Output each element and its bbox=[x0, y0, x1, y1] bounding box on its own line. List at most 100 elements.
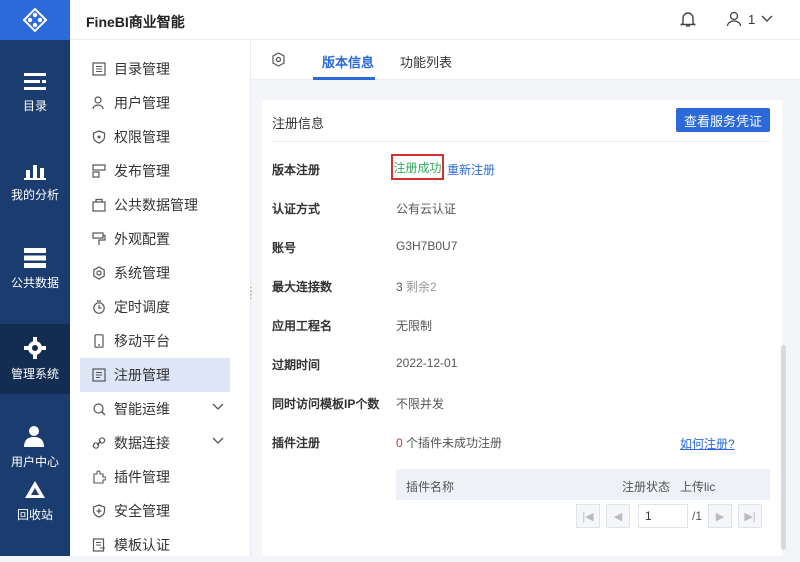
next-page-button[interactable]: ▶ bbox=[708, 504, 732, 528]
nav-public-data[interactable]: 公共数据 bbox=[0, 234, 70, 304]
sidebar-item-scheduling[interactable]: 定时调度 bbox=[80, 290, 230, 324]
user-icon bbox=[24, 425, 44, 447]
user-icon bbox=[92, 96, 106, 110]
sidebar-item-security-management[interactable]: 安全管理 bbox=[80, 494, 230, 528]
last-page-button[interactable]: ▶| bbox=[738, 504, 762, 528]
sidebar-item-registration-management[interactable]: 注册管理 bbox=[80, 358, 230, 392]
resize-handle[interactable]: ⋮ ⋮ bbox=[246, 287, 256, 301]
link-icon bbox=[92, 436, 106, 450]
recycle-icon bbox=[25, 480, 45, 498]
sidebar-item-permission-management[interactable]: 权限管理 bbox=[80, 120, 230, 154]
auth-method-value: 公有云认证 bbox=[396, 202, 457, 216]
page-number-input[interactable]: 1 bbox=[638, 504, 688, 528]
clock-icon bbox=[92, 300, 106, 314]
nav-directory[interactable]: 目录 bbox=[0, 58, 70, 128]
sidebar-item-template-certification[interactable]: 模板认证 bbox=[80, 528, 230, 562]
security-icon bbox=[92, 504, 106, 518]
directory-icon bbox=[24, 72, 46, 90]
how-to-register-link[interactable]: 如何注册? bbox=[680, 435, 735, 452]
chevron-down-icon bbox=[212, 403, 224, 410]
panel-heading: 注册信息 bbox=[272, 116, 325, 131]
nav-label: 目录 bbox=[22, 98, 47, 113]
package-icon bbox=[92, 198, 106, 212]
left-nav-bar: 目录 我的分析 公共数据 管理系统 用户中心 回收站 bbox=[0, 0, 70, 556]
sidebar-item-label: 数据连接 bbox=[114, 435, 170, 451]
nav-label: 公共数据 bbox=[10, 275, 59, 290]
nav-recycle-bin[interactable]: 回收站 bbox=[0, 466, 70, 536]
nav-management-system[interactable]: 管理系统 bbox=[0, 324, 70, 394]
concurrent-ip-value: 不限并发 bbox=[396, 397, 445, 411]
sidebar-item-mobile-platform[interactable]: 移动平台 bbox=[80, 324, 230, 358]
re-register-link[interactable]: 重新注册 bbox=[447, 161, 495, 178]
concurrent-ip-label: 同时访问模板IP个数 bbox=[272, 397, 380, 411]
nav-my-analysis[interactable]: 我的分析 bbox=[0, 146, 70, 216]
app-title: FineBI商业智能 bbox=[86, 14, 185, 30]
sidebar-item-label: 用户管理 bbox=[114, 95, 170, 111]
auth-method-label: 认证方式 bbox=[272, 202, 321, 216]
sidebar-item-label: 系统管理 bbox=[114, 265, 170, 281]
sidebar-item-label: 插件管理 bbox=[114, 469, 170, 485]
settings-gear-icon[interactable] bbox=[271, 52, 286, 70]
sidebar-item-public-data-management[interactable]: 公共数据管理 bbox=[80, 188, 230, 222]
view-service-certificate-button[interactable]: 查看服务凭证 bbox=[676, 108, 770, 132]
mobile-icon bbox=[92, 334, 106, 348]
connection-count: 3 bbox=[396, 280, 403, 294]
tab-bar: 版本信息 功能列表 bbox=[251, 40, 800, 80]
sidebar-item-plugin-management[interactable]: 插件管理 bbox=[80, 460, 230, 494]
sidebar-item-label: 发布管理 bbox=[114, 163, 170, 179]
sidebar-item-user-management[interactable]: 用户管理 bbox=[80, 86, 230, 120]
chevron-down-icon bbox=[212, 437, 224, 444]
vertical-scrollbar[interactable] bbox=[781, 345, 786, 550]
sidebar-item-label: 外观配置 bbox=[114, 231, 170, 247]
account-value: G3H7B0U7 bbox=[396, 239, 458, 253]
version-registration-label: 版本注册 bbox=[272, 163, 321, 177]
app-project-value: 无限制 bbox=[396, 319, 433, 333]
sidebar-item-publish-management[interactable]: 发布管理 bbox=[80, 154, 230, 188]
expiry-value: 2022-12-01 bbox=[396, 356, 458, 370]
tab-version-info[interactable]: 版本信息 bbox=[322, 52, 374, 71]
column-header-upload-lic: 上传lic bbox=[680, 480, 716, 494]
max-connections-value: 3 剩余2 bbox=[396, 278, 437, 295]
sidebar-item-label: 目录管理 bbox=[114, 61, 170, 77]
chevron-down-icon bbox=[761, 15, 773, 22]
chart-icon bbox=[24, 164, 46, 180]
first-page-button[interactable]: |◀ bbox=[576, 504, 600, 528]
sidebar-item-system-management[interactable]: 系统管理 bbox=[80, 256, 230, 290]
registration-status: 注册成功 bbox=[391, 154, 444, 180]
brush-icon bbox=[92, 232, 106, 246]
management-sidebar: 目录管理 用户管理 权限管理 发布管理 公共数据管理 外观配置 系统管理 定时调… bbox=[70, 40, 251, 556]
bell-icon[interactable] bbox=[679, 11, 697, 31]
registration-icon bbox=[92, 368, 106, 382]
account-label: 账号 bbox=[272, 241, 297, 255]
column-header-registration-status: 注册状态 bbox=[622, 480, 671, 494]
sidebar-item-label: 定时调度 bbox=[114, 299, 170, 315]
ops-icon bbox=[92, 402, 106, 416]
sidebar-item-smart-ops[interactable]: 智能运维 bbox=[80, 392, 230, 426]
certificate-icon bbox=[92, 538, 106, 552]
sidebar-item-data-connection[interactable]: 数据连接 bbox=[80, 426, 230, 460]
nav-label: 管理系统 bbox=[10, 366, 59, 381]
app-project-label: 应用工程名 bbox=[272, 319, 333, 333]
sidebar-item-appearance[interactable]: 外观配置 bbox=[80, 222, 230, 256]
fine-logo-icon[interactable] bbox=[0, 0, 70, 40]
plugin-fail-text: 个插件未成功注册 bbox=[402, 436, 503, 450]
gear-icon bbox=[92, 266, 106, 280]
sidebar-item-label: 模板认证 bbox=[114, 537, 170, 553]
divider bbox=[272, 141, 770, 142]
sidebar-item-label: 注册管理 bbox=[114, 367, 170, 383]
prev-page-button[interactable]: ◀ bbox=[606, 504, 630, 528]
sidebar-item-directory-management[interactable]: 目录管理 bbox=[80, 52, 230, 86]
max-connections-label: 最大连接数 bbox=[272, 280, 333, 294]
nav-label: 我的分析 bbox=[10, 187, 59, 202]
sidebar-item-label: 权限管理 bbox=[114, 129, 170, 145]
page-total: /1 bbox=[692, 509, 703, 523]
user-icon bbox=[726, 11, 742, 27]
sidebar-item-label: 安全管理 bbox=[114, 503, 170, 519]
tab-feature-list[interactable]: 功能列表 bbox=[400, 52, 452, 71]
expiry-label: 过期时间 bbox=[272, 358, 321, 372]
publish-icon bbox=[92, 164, 106, 178]
user-name: 1 bbox=[748, 11, 756, 27]
user-menu[interactable]: 1 bbox=[726, 11, 773, 27]
shield-icon bbox=[92, 130, 106, 144]
sidebar-item-label: 智能运维 bbox=[114, 401, 170, 417]
